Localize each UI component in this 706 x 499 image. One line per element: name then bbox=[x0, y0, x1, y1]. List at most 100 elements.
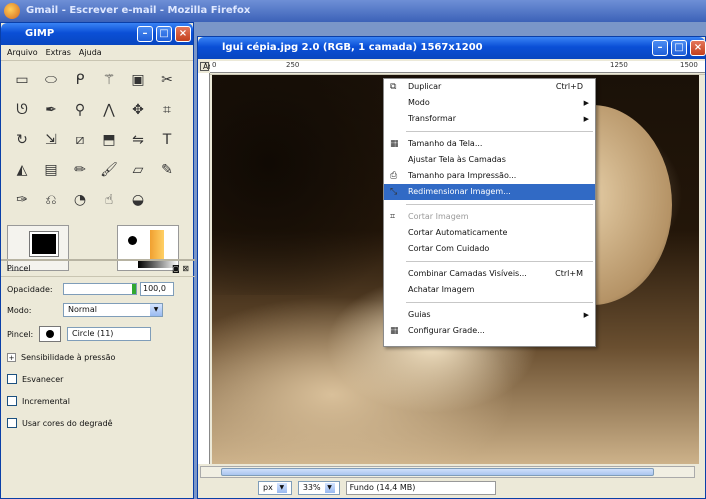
fade-checkbox[interactable]: Esvanecer bbox=[1, 371, 195, 387]
menu-item-label: Modo bbox=[408, 98, 430, 107]
toolbox-titlebar: GIMP – □ × bbox=[1, 23, 193, 45]
horizontal-ruler[interactable]: 0 250 1250 1500 bbox=[210, 61, 705, 73]
brush-name: Circle (11) bbox=[67, 327, 151, 341]
image-minimize-button[interactable]: – bbox=[652, 40, 668, 56]
menu-item-transformar[interactable]: Transformar ▶ bbox=[384, 111, 595, 127]
blur-icon[interactable]: ◔ bbox=[67, 187, 93, 213]
ink-icon[interactable]: ✑ bbox=[9, 187, 35, 213]
mode-select[interactable]: Normal ▼ bbox=[63, 303, 163, 317]
panel-controls-icon[interactable]: ◙ ⊠ bbox=[172, 264, 189, 273]
close-button[interactable]: × bbox=[175, 26, 191, 42]
chevron-down-icon: ▼ bbox=[324, 483, 335, 493]
tool-options-title: Pincel bbox=[7, 264, 31, 273]
menu-item-label: Transformar bbox=[408, 114, 456, 123]
dodge-icon[interactable]: ◒ bbox=[125, 187, 151, 213]
menu-item-label: Duplicar bbox=[408, 82, 442, 91]
menu-separator bbox=[406, 204, 593, 205]
eraser-icon[interactable]: ▱ bbox=[125, 157, 151, 183]
pencil-icon[interactable]: ✏ bbox=[67, 157, 93, 183]
menu-arquivo[interactable]: Arquivo bbox=[7, 48, 38, 57]
shear-icon[interactable]: ⧄ bbox=[67, 127, 93, 153]
menu-extras[interactable]: Extras bbox=[46, 48, 71, 57]
ellipse-select-icon[interactable]: ⬭ bbox=[38, 67, 64, 93]
submenu-arrow-icon: ▶ bbox=[583, 115, 589, 123]
scale-icon[interactable]: ⇲ bbox=[38, 127, 64, 153]
firefox-title: Gmail - Escrever e-mail - Mozilla Firefo… bbox=[26, 5, 251, 16]
blend-icon[interactable]: ▤ bbox=[38, 157, 64, 183]
scale-image-icon: ⤡ bbox=[390, 187, 398, 197]
color-select-icon[interactable]: ▣ bbox=[125, 67, 151, 93]
paintbrush-icon[interactable]: 🖌 bbox=[96, 157, 122, 183]
menu-item-achatar-imagem[interactable]: Achatar Imagem bbox=[384, 282, 595, 298]
menu-separator bbox=[406, 131, 593, 132]
zoom-icon[interactable]: ⚲ bbox=[67, 97, 93, 123]
menu-item-modo[interactable]: Modo ▶ bbox=[384, 95, 595, 111]
menu-item-guias[interactable]: Guias ▶ bbox=[384, 307, 595, 323]
measure-icon[interactable]: ⋀ bbox=[96, 97, 122, 123]
brush-preview[interactable] bbox=[128, 236, 137, 245]
menu-item-cortar-automaticamente[interactable]: Cortar Automaticamente bbox=[384, 225, 595, 241]
ruler-label: 1500 bbox=[680, 61, 698, 69]
menu-item-tamanho-da-tela[interactable]: ▦ Tamanho da Tela... bbox=[384, 136, 595, 152]
gradient-checkbox[interactable]: Usar cores do degradê bbox=[1, 415, 195, 431]
menu-item-label: Cortar Com Cuidado bbox=[408, 244, 490, 253]
flip-icon[interactable]: ⇋ bbox=[125, 127, 151, 153]
airbrush-icon[interactable]: ✎ bbox=[154, 157, 180, 183]
maximize-button[interactable]: □ bbox=[156, 26, 172, 42]
menu-item-redimensionar-imagem[interactable]: ⤡ Redimensionar Imagem... bbox=[384, 184, 595, 200]
scissors-icon[interactable]: ✂ bbox=[154, 67, 180, 93]
smudge-icon[interactable]: ☝ bbox=[96, 187, 122, 213]
menu-separator bbox=[406, 302, 593, 303]
free-select-icon[interactable]: ᑭ bbox=[67, 67, 93, 93]
pressure-label: Sensibilidade à pressão bbox=[21, 352, 116, 362]
crop-icon[interactable]: ⌗ bbox=[154, 97, 180, 123]
toolbox-menubar: Arquivo Extras Ajuda bbox=[1, 45, 193, 61]
foreground-color[interactable] bbox=[29, 231, 59, 257]
submenu-arrow-icon: ▶ bbox=[583, 99, 589, 107]
vertical-ruler[interactable] bbox=[198, 73, 210, 464]
menu-item-label: Redimensionar Imagem... bbox=[408, 187, 511, 196]
menu-item-label: Combinar Camadas Visíveis... bbox=[408, 269, 527, 278]
menu-item-combinar-camadas-visíveis[interactable]: Combinar Camadas Visíveis... Ctrl+M bbox=[384, 266, 595, 282]
horizontal-scrollbar[interactable] bbox=[200, 466, 695, 478]
chevron-down-icon: ▼ bbox=[150, 304, 162, 316]
zoom-select[interactable]: 33% ▼ bbox=[297, 481, 340, 495]
menu-item-duplicar[interactable]: ⧉ Duplicar Ctrl+D bbox=[384, 79, 595, 95]
firefox-titlebar: Gmail - Escrever e-mail - Mozilla Firefo… bbox=[0, 0, 706, 22]
menu-item-cortar-imagem[interactable]: ⌗ Cortar Imagem bbox=[384, 209, 595, 225]
menu-item-cortar-com-cuidado[interactable]: Cortar Com Cuidado bbox=[384, 241, 595, 257]
unit-select[interactable]: px ▼ bbox=[258, 481, 292, 495]
rotate-icon[interactable]: ↻ bbox=[9, 127, 35, 153]
brush-row: Pincel: Circle (11) bbox=[1, 325, 195, 343]
perspective-icon[interactable]: ⬒ bbox=[96, 127, 122, 153]
pressure-expander[interactable]: + Sensibilidade à pressão bbox=[1, 349, 195, 365]
rect-select-icon[interactable]: ▭ bbox=[9, 67, 35, 93]
menu-item-label: Cortar Automaticamente bbox=[408, 228, 508, 237]
menu-item-label: Guias bbox=[408, 310, 431, 319]
fuzzy-select-icon[interactable]: ⚚ bbox=[96, 67, 122, 93]
move-icon[interactable]: ✥ bbox=[125, 97, 151, 123]
menu-ajuda[interactable]: Ajuda bbox=[79, 48, 102, 57]
text-icon[interactable]: T bbox=[154, 127, 180, 153]
opacity-slider[interactable] bbox=[63, 283, 137, 295]
duplicate-icon: ⧉ bbox=[390, 82, 397, 92]
color-picker-icon[interactable]: ✒ bbox=[38, 97, 64, 123]
paths-icon[interactable]: ᘎ bbox=[9, 97, 35, 123]
opacity-input[interactable]: 100,0 bbox=[140, 282, 174, 296]
clone-icon[interactable]: ⎌ bbox=[38, 187, 64, 213]
menu-item-ajustar-tela-às-camadas[interactable]: Ajustar Tela às Camadas bbox=[384, 152, 595, 168]
bucket-fill-icon[interactable]: ◭ bbox=[9, 157, 35, 183]
incremental-checkbox[interactable]: Incremental bbox=[1, 393, 195, 409]
image-maximize-button[interactable]: □ bbox=[671, 40, 687, 56]
status-text: Fundo (14,4 MB) bbox=[345, 481, 496, 495]
fade-label: Esvanecer bbox=[22, 374, 64, 384]
quick-mask-toggle[interactable] bbox=[200, 62, 209, 71]
image-titlebar: lgui cépia.jpg 2.0 (RGB, 1 camada) 1567x… bbox=[198, 37, 706, 59]
menu-item-configurar-grade[interactable]: ▦ Configurar Grade... bbox=[384, 323, 595, 339]
brush-select-button[interactable] bbox=[39, 326, 61, 342]
image-close-button[interactable]: × bbox=[690, 40, 706, 56]
zoom-value: 33% bbox=[302, 483, 321, 492]
menu-item-tamanho-para-impressão[interactable]: ⎙ Tamanho para Impressão... bbox=[384, 168, 595, 184]
menu-item-label: Tamanho para Impressão... bbox=[408, 171, 517, 180]
minimize-button[interactable]: – bbox=[137, 26, 153, 42]
